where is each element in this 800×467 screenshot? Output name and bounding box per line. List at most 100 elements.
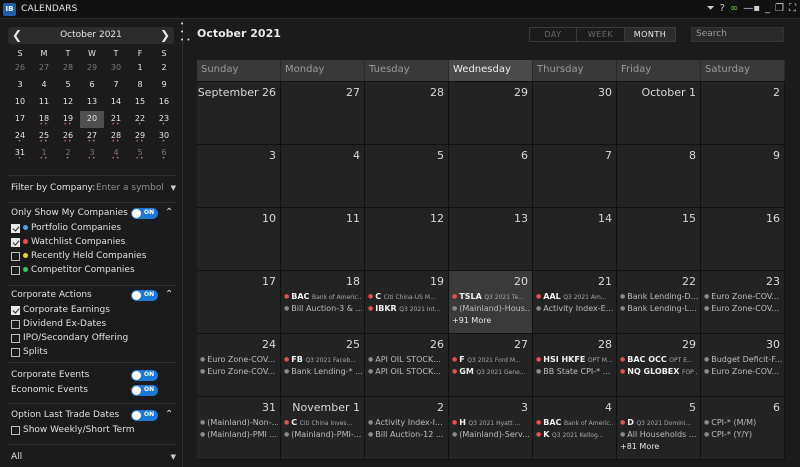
event-item[interactable]: ● AAL Q3 2021 Am... [536,291,614,303]
event-item[interactable]: ● BAC OCC OPT E... [620,354,698,366]
mini-day-cell[interactable]: 1 [128,60,152,77]
event-item[interactable]: ● Bank Lending-L... [620,303,698,315]
restore-icon[interactable]: ❐ [775,3,784,15]
event-item[interactable]: ● BAC Bank of Americ... [536,417,614,429]
link-icon[interactable]: ∞ [730,3,738,15]
mini-day-cell[interactable]: 24 • [8,128,32,145]
event-item[interactable]: ● D Q3 2021 Domini... [620,417,698,429]
search-input[interactable]: Search [691,27,784,42]
chevron-up-icon[interactable]: ⌃ [165,289,173,300]
checkbox-row[interactable]: Corporate Earnings [11,305,176,317]
day-cell[interactable]: 10 [197,208,281,271]
mini-day-cell[interactable]: 4 •• [104,145,128,162]
checkbox[interactable] [11,348,20,357]
mini-day-cell[interactable]: 21 •• [104,111,128,128]
chevron-down-icon[interactable]: ▼ [171,453,176,461]
mini-day-cell[interactable]: 20 [80,111,104,128]
day-cell[interactable]: 4 ● BAC Bank of Americ... ● K Q3 2021 Kellog… [533,397,617,460]
view-month-button[interactable]: MONTH [625,28,675,41]
mini-day-cell[interactable]: 5 [56,77,80,94]
symbol-input[interactable]: Enter a symbol [96,182,176,196]
checkbox[interactable] [11,320,20,329]
day-cell[interactable]: 3 ● H Q3 2021 Hyatt ... ● (Mainland)-Serv... [449,397,533,460]
maximize-icon[interactable]: ⛶ [789,3,796,15]
day-cell[interactable]: 24 ● Euro Zone-COV... ● Euro Zone-COV... [197,334,281,397]
event-item[interactable]: ●NQ GLOBEX FOP ... [620,366,698,378]
checkbox[interactable] [11,224,20,233]
event-item[interactable]: ● BAC Bank of Americ... [284,291,362,303]
day-cell[interactable]: 27 ● F Q3 2021 Ford M... ● GM Q3 2021 Gene..… [449,334,533,397]
event-item[interactable]: ● Bill Auction-3 & ... [284,303,362,315]
mini-day-cell[interactable]: 19 •• [56,111,80,128]
day-cell[interactable]: 28 ● HSI HKFE OPT M... ● BB State CPI-* ... [533,334,617,397]
mini-day-cell[interactable]: 4 [32,77,56,94]
mini-day-cell[interactable]: 1 •• [32,145,56,162]
event-item[interactable]: ● API OIL STOCK... [368,366,446,378]
event-item[interactable]: ● Budget Deficit-F... [704,354,782,366]
day-cell[interactable]: October 1 [617,82,701,145]
show-weekly-checkbox-row[interactable]: Show Weekly/Short Term [11,425,176,437]
event-item[interactable]: ● HSI HKFE OPT M... [536,354,614,366]
event-item[interactable]: ● Bank Lending-* ... [284,366,362,378]
mini-day-cell[interactable]: 26 •• [56,128,80,145]
mini-day-cell[interactable]: 17 [8,111,32,128]
day-cell[interactable]: 6 ● CPI-* (M/M) ● CPI-* (Y/Y) [701,397,785,460]
mini-day-cell[interactable]: 14 [104,94,128,111]
day-cell[interactable]: 30 ● Budget Deficit-F... ● Euro Zone-COV... [701,334,785,397]
day-cell[interactable]: 29●BAC OCC OPT E...●NQ GLOBEX FOP ... [617,334,701,397]
day-cell[interactable]: 7 [533,145,617,208]
event-item[interactable]: ● (Mainland)-Serv... [452,429,530,441]
day-cell[interactable]: 3 [197,145,281,208]
checkbox-row[interactable]: Watchlist Companies [11,237,176,249]
event-item[interactable]: ● (Mainland)-Non-... [200,417,278,429]
day-cell[interactable]: September 26 [197,82,281,145]
event-item[interactable]: ● Bank Lending-D... [620,291,698,303]
lock-icon[interactable]: —▪ [743,3,760,15]
help-icon[interactable]: ? [720,3,725,15]
event-item[interactable]: ● TSLA Q3 2021 Te... [452,291,530,303]
mini-day-cell[interactable]: 30 [104,60,128,77]
mini-day-cell[interactable]: 16 [152,94,176,111]
event-item[interactable]: ● Euro Zone-COV... [704,366,782,378]
mini-day-cell[interactable]: 10 [8,94,32,111]
day-cell[interactable]: 19 ● C Citi China-US M... ● IBKR Q3 2021 Int… [365,271,449,334]
splitter-handle-icon[interactable]: • • • • [180,20,190,44]
more-events-link[interactable]: +91 More [452,315,530,326]
day-cell[interactable]: 20 ● TSLA Q3 2021 Te... ● (Mainland)-Hous...… [449,271,533,334]
mini-day-cell[interactable]: 27 [32,60,56,77]
day-cell[interactable]: 27 [281,82,365,145]
event-item[interactable]: ● (Mainland)-PMI ... [200,429,278,441]
mini-day-cell[interactable]: 8 [128,77,152,94]
mini-day-cell[interactable]: 26 [8,60,32,77]
mini-day-cell[interactable]: 15 [128,94,152,111]
event-item[interactable]: ● BB State CPI-* ... [536,366,614,378]
mini-day-cell[interactable]: 31 • [8,145,32,162]
event-item[interactable]: ● H Q3 2021 Hyatt ... [452,417,530,429]
day-cell[interactable]: 25 ● FB Q3 2021 Faceb... ● Bank Lending-* ..… [281,334,365,397]
chevron-down-icon[interactable]: ▼ [171,184,176,192]
economic-events-toggle[interactable]: ON [131,385,158,396]
checkbox[interactable] [11,252,20,261]
day-cell[interactable]: 12 [365,208,449,271]
view-week-button[interactable]: WEEK [577,28,625,41]
checkbox-row[interactable]: IPO/Secondary Offering [11,333,176,345]
mini-day-cell[interactable]: 5 •• [128,145,152,162]
checkbox-row[interactable]: Portfolio Companies [11,223,176,235]
day-cell[interactable]: 11 [281,208,365,271]
event-item[interactable]: ● (Mainland)-PMI-... [284,429,362,441]
event-item[interactable]: ● All Households ... [620,429,698,441]
mini-day-cell[interactable]: 23 • [152,111,176,128]
day-cell[interactable]: 28 [365,82,449,145]
only-show-my-companies-toggle[interactable]: ON [131,208,158,219]
chevron-up-icon[interactable]: ⌃ [165,207,173,218]
mini-day-cell[interactable]: 6 • [152,145,176,162]
mini-day-cell[interactable]: 28 [56,60,80,77]
checkbox-row[interactable]: Competitor Companies [11,265,176,277]
day-cell[interactable]: 18 ● BAC Bank of Americ... ● Bill Auction-3 … [281,271,365,334]
checkbox[interactable] [11,306,20,315]
event-item[interactable]: ● Bill Auction-12 ... [368,429,446,441]
day-cell[interactable]: November 1 ● C Citi China Inves... ● (Mainla… [281,397,365,460]
day-cell[interactable]: 17 [197,271,281,334]
event-item[interactable]: ● FB Q3 2021 Faceb... [284,354,362,366]
checkbox[interactable] [11,334,20,343]
